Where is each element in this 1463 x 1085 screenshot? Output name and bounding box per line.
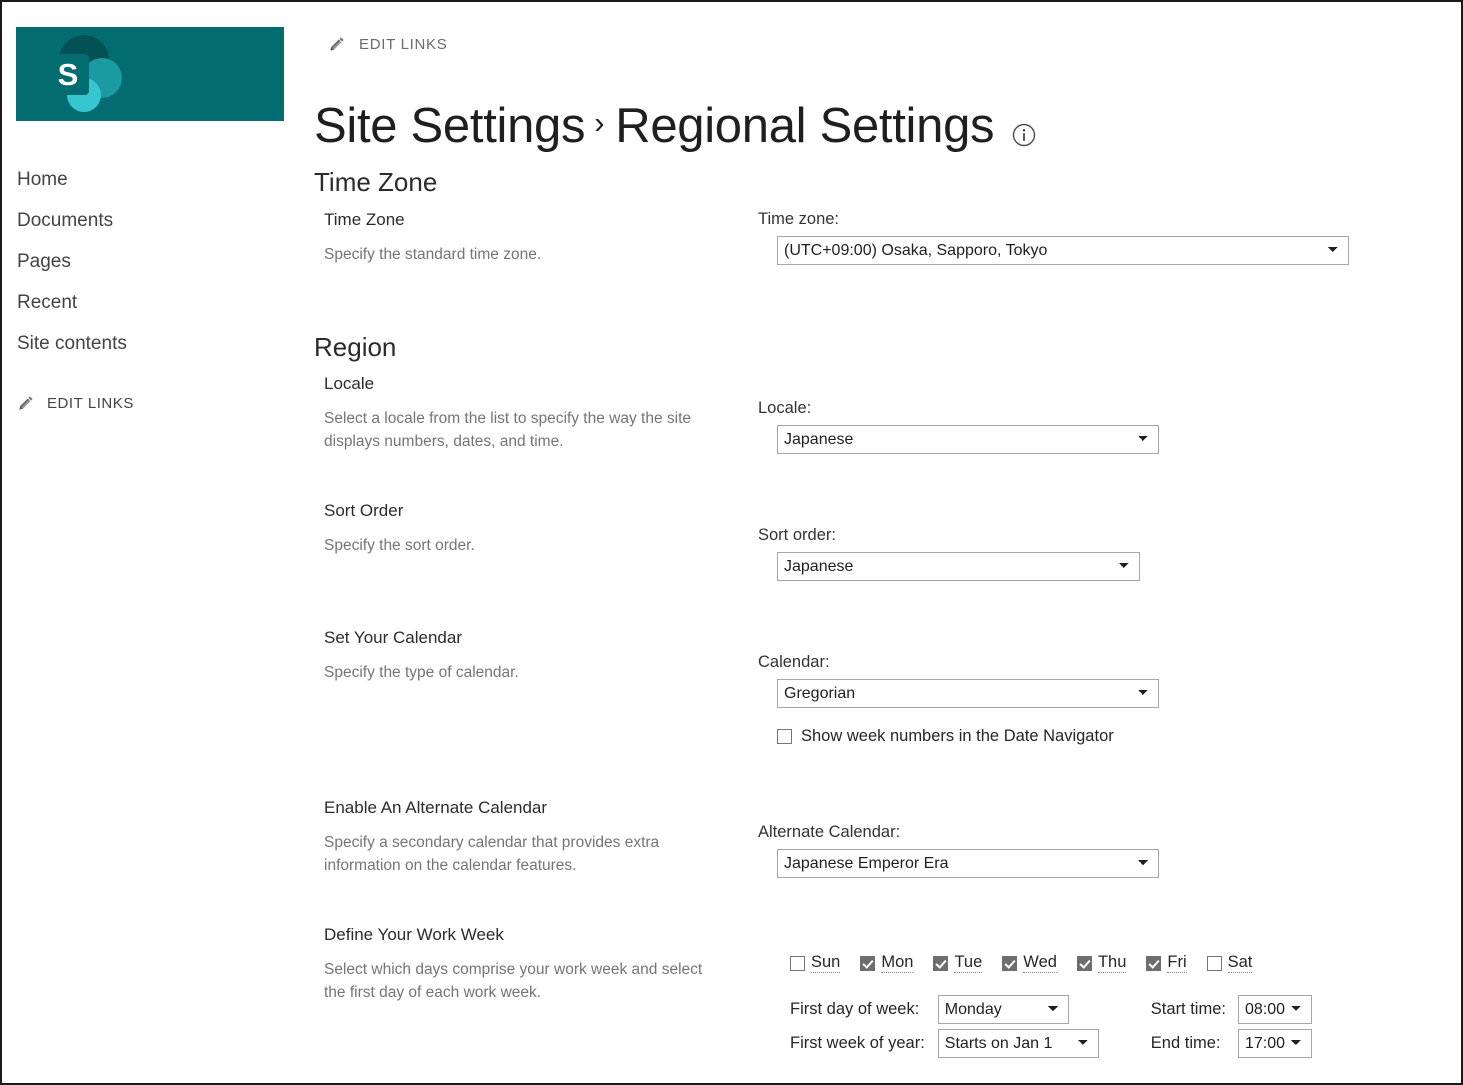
sort-order-field-column: Sort order: Japanese (758, 526, 1140, 581)
show-week-numbers-label[interactable]: Show week numbers in the Date Navigator (801, 727, 1114, 746)
sidebar-item-documents[interactable]: Documents (2, 206, 302, 247)
work-week-day-tue: Tue (933, 953, 983, 973)
calendar-field-column: Calendar: Gregorian Show week numbers in… (758, 653, 1159, 746)
sort-order-title: Sort Order (324, 501, 404, 520)
header-edit-links-label: EDIT LINKS (359, 35, 448, 53)
work-week-day-wed: Wed (1002, 953, 1057, 973)
day-checkbox-fri[interactable] (1146, 955, 1162, 971)
day-checkbox-mon[interactable] (860, 955, 876, 971)
day-checkbox-wed[interactable] (1002, 955, 1018, 971)
breadcrumb-parent[interactable]: Site Settings (314, 98, 586, 154)
breadcrumb-separator-icon: › (594, 104, 605, 140)
day-label-tue[interactable]: Tue (954, 953, 983, 973)
sidebar-item-site-contents[interactable]: Site contents (2, 329, 302, 370)
work-week-day-sun: Sun (790, 953, 841, 973)
site-logo-tile[interactable]: S (16, 27, 284, 121)
regional-settings-page: S Home Documents Pages Recent Site conte… (0, 0, 1463, 1085)
alternate-calendar-select[interactable]: Japanese Emperor Era (777, 849, 1159, 878)
locale-field-column: Locale: Japanese (758, 399, 1159, 454)
calendar-title: Set Your Calendar (324, 628, 462, 647)
time-zone-description-column: Time Zone Specify the standard time zone… (324, 210, 724, 266)
pencil-icon (19, 396, 33, 410)
day-label-mon[interactable]: Mon (881, 953, 914, 973)
sort-order-description-column: Sort Order Specify the sort order. (324, 501, 724, 557)
locale-title: Locale (324, 374, 375, 393)
info-icon[interactable] (1011, 104, 1037, 160)
first-week-of-year-select[interactable]: Starts on Jan 1 (937, 1029, 1099, 1058)
alternate-calendar-title: Enable An Alternate Calendar (324, 798, 548, 817)
work-week-description-column: Define Your Work Week Select which days … (324, 925, 724, 1004)
locale-description: Select a locale from the list to specify… (324, 410, 692, 450)
time-zone-select[interactable]: (UTC+09:00) Osaka, Sapporo, Tokyo (777, 236, 1349, 265)
sidebar-item-recent[interactable]: Recent (2, 288, 302, 329)
week-numbers-row: Show week numbers in the Date Navigator (777, 727, 1159, 746)
first-week-of-year-label: First week of year: (790, 1034, 925, 1052)
sharepoint-logo-icon: S (48, 35, 122, 112)
pencil-icon (330, 37, 344, 51)
start-time-select[interactable]: 08:00 (1237, 995, 1312, 1024)
end-time-select[interactable]: 17:00 (1237, 1029, 1312, 1058)
day-checkbox-sat[interactable] (1206, 955, 1222, 971)
day-label-sat[interactable]: Sat (1227, 953, 1253, 973)
day-label-fri[interactable]: Fri (1167, 953, 1187, 973)
header-edit-links-button[interactable]: EDIT LINKS (328, 35, 447, 53)
sort-order-field-label: Sort order: (758, 526, 836, 544)
site-nav-list: Home Documents Pages Recent Site content… (2, 165, 302, 370)
breadcrumb-current: Regional Settings (615, 98, 995, 153)
work-week-day-checkboxes: Sun Mon Tue Wed Thu Fri Sat (790, 953, 1312, 973)
sidebar-edit-links-button[interactable]: EDIT LINKS (17, 394, 134, 412)
left-navigation: S Home Documents Pages Recent Site conte… (2, 2, 302, 1083)
section-heading-time-zone: Time Zone (314, 167, 438, 197)
main-content: EDIT LINKS Site Settings › Regional Sett… (302, 2, 1461, 1083)
alternate-calendar-field-column: Alternate Calendar: Japanese Emperor Era (758, 823, 1159, 878)
time-zone-field-label: Time zone: (758, 210, 840, 228)
work-week-options-grid: First day of week: Monday Start time: 08… (790, 995, 1312, 1058)
calendar-field-label: Calendar: (758, 653, 830, 671)
page-title: Site Settings › Regional Settings (314, 98, 1037, 154)
day-label-wed[interactable]: Wed (1023, 953, 1057, 973)
work-week-day-thu: Thu (1076, 953, 1127, 973)
first-day-of-week-label: First day of week: (790, 1000, 920, 1018)
calendar-description: Specify the type of calendar. (324, 664, 519, 681)
sidebar-item-home[interactable]: Home (2, 165, 302, 206)
end-time-label: End time: (1150, 1034, 1221, 1052)
locale-field-label: Locale: (758, 399, 812, 417)
time-zone-description: Specify the standard time zone. (324, 246, 542, 263)
section-heading-region: Region (314, 332, 397, 362)
alternate-calendar-description-column: Enable An Alternate Calendar Specify a s… (324, 798, 724, 877)
calendar-description-column: Set Your Calendar Specify the type of ca… (324, 628, 724, 684)
work-week-day-mon: Mon (860, 953, 914, 973)
day-label-sun[interactable]: Sun (811, 953, 841, 973)
alternate-calendar-description: Specify a secondary calendar that provid… (324, 834, 660, 874)
calendar-select[interactable]: Gregorian (777, 679, 1159, 708)
day-checkbox-thu[interactable] (1076, 955, 1092, 971)
work-week-description: Select which days comprise your work wee… (324, 961, 703, 1001)
day-checkbox-sun[interactable] (790, 955, 805, 971)
start-time-label: Start time: (1150, 1000, 1226, 1018)
day-label-thu[interactable]: Thu (1097, 953, 1127, 973)
sort-order-description: Specify the sort order. (324, 537, 475, 554)
svg-text:S: S (58, 57, 79, 92)
sidebar-item-pages[interactable]: Pages (2, 247, 302, 288)
first-day-of-week-select[interactable]: Monday (937, 995, 1069, 1024)
work-week-title: Define Your Work Week (324, 925, 504, 944)
show-week-numbers-checkbox[interactable] (777, 729, 792, 744)
alternate-calendar-field-label: Alternate Calendar: (758, 823, 901, 841)
work-week-day-sat: Sat (1206, 953, 1253, 973)
locale-select[interactable]: Japanese (777, 425, 1159, 454)
time-zone-title: Time Zone (324, 210, 405, 229)
locale-description-column: Locale Select a locale from the list to … (324, 374, 724, 453)
day-checkbox-tue[interactable] (933, 955, 949, 971)
work-week-day-fri: Fri (1146, 953, 1187, 973)
sidebar-edit-links-label: EDIT LINKS (47, 394, 134, 412)
work-week-field-column: Sun Mon Tue Wed Thu Fri Sat First day of… (790, 953, 1312, 1058)
time-zone-field-column: Time zone: (UTC+09:00) Osaka, Sapporo, T… (758, 210, 1349, 265)
sort-order-select[interactable]: Japanese (777, 552, 1140, 581)
